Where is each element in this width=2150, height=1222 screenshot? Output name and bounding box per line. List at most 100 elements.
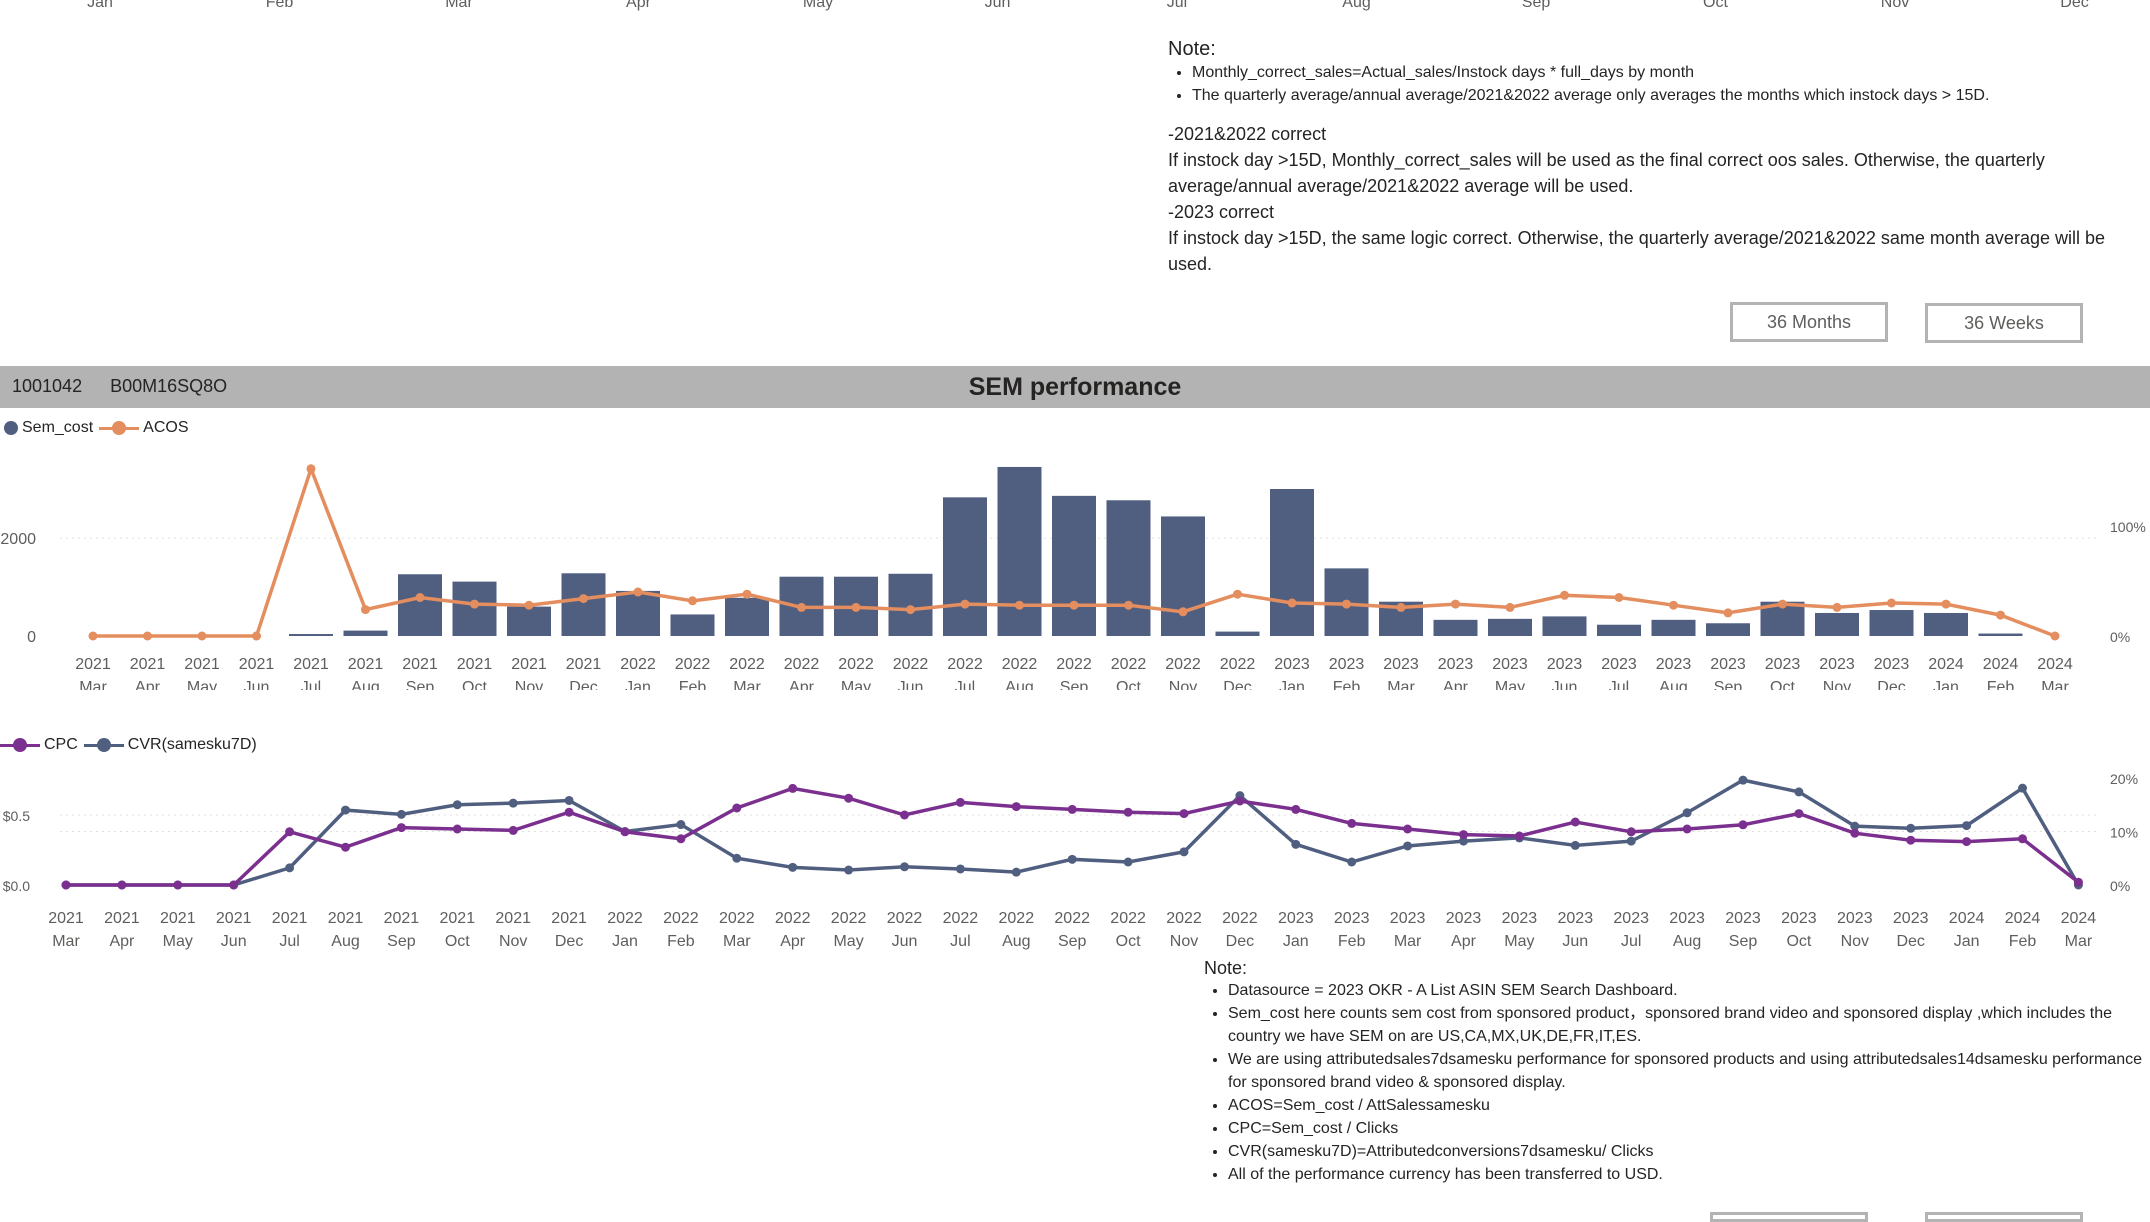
x-tick-label: 2021: [293, 656, 329, 673]
bar: [1215, 631, 1260, 636]
x-tick-label: Jul: [279, 933, 299, 950]
x-tick-label: Apr: [1451, 933, 1477, 950]
cvr-point: [844, 865, 854, 875]
x-tick-label: 2022: [1110, 910, 1146, 927]
month-tick-label: Jun: [984, 0, 1011, 11]
x-tick-label: Jul: [1621, 933, 1641, 950]
month-tick-label: Feb: [265, 0, 294, 11]
x-tick-label: 2023: [1547, 656, 1583, 673]
x-tick-label: 2022: [831, 910, 867, 927]
acos-point: [1778, 599, 1787, 609]
x-tick-label: Nov: [499, 933, 527, 950]
cpc-point: [452, 824, 462, 834]
acos-point: [1505, 602, 1515, 612]
36-weeks-button-bottom[interactable]: [1925, 1212, 2083, 1222]
x-tick-label: Feb: [1987, 679, 2015, 690]
36-months-button-bottom[interactable]: [1710, 1212, 1868, 1222]
cvr-point: [1962, 821, 1972, 831]
cvr-point: [1067, 854, 1077, 864]
x-tick-label: 2021: [48, 910, 84, 927]
x-tick-label: Jul: [301, 679, 321, 690]
x-tick-label: Sep: [1058, 933, 1087, 950]
x-tick-label: Sep: [1714, 679, 1743, 690]
x-tick-label: 2021: [272, 910, 308, 927]
x-tick-label: Mar: [723, 933, 751, 950]
x-tick-label: 2021: [160, 910, 196, 927]
x-tick-label: 2023: [1710, 656, 1746, 673]
acos-point: [1287, 598, 1297, 608]
x-tick-label: 2022: [663, 910, 699, 927]
cpc-cvr-chart-legend[interactable]: CPC CVR(samesku7D): [0, 736, 263, 754]
x-tick-label: Nov: [1170, 933, 1198, 950]
cpc-cvr-chart[interactable]: $0.0 $0.5 0% 10% 20% 2021 Mar 2021 Apr 2021 May 202…: [0, 760, 2150, 960]
y-tick-label: $0.5: [3, 808, 30, 824]
month-tick-label: Nov: [1880, 0, 1910, 11]
x-tick-label: Nov: [515, 679, 543, 690]
legend-item-cpc[interactable]: CPC: [0, 736, 78, 754]
cpc-point: [341, 842, 350, 852]
bar: [398, 574, 442, 636]
legend-item-acos[interactable]: ACOS: [99, 419, 188, 437]
x-tick-label: Feb: [2009, 933, 2037, 950]
cvr-point: [1738, 775, 1748, 785]
36-months-button[interactable]: 36 Months: [1730, 302, 1888, 342]
x-tick-label: 2021: [239, 656, 275, 673]
x-tick-label: 2023: [1334, 910, 1370, 927]
x-tick-label: Jul: [955, 679, 975, 690]
cvr-point: [1011, 867, 1021, 877]
cpc-point: [1738, 820, 1748, 830]
cpc-point: [1347, 818, 1357, 828]
acos-point: [742, 589, 752, 599]
cpc-point: [1682, 824, 1692, 834]
sem-chart-legend[interactable]: Sem_cost ACOS: [4, 419, 194, 437]
cpc-point: [788, 783, 798, 793]
bar: [888, 573, 933, 636]
x-tick-label: 2023: [1278, 910, 1314, 927]
sem-cost-acos-chart[interactable]: 0 2000 0% 100% 2021 Mar 2021 Apr 2021 May 2021 Jun 2…: [0, 440, 2150, 690]
legend-item-sem-cost[interactable]: Sem_cost: [4, 419, 93, 437]
bar: [1597, 624, 1641, 636]
bar: [561, 573, 606, 636]
bar: [725, 597, 769, 636]
acos-point: [797, 602, 806, 612]
x-tick-label: Aug: [1659, 679, 1687, 690]
x-tick-label: 2021: [511, 656, 547, 673]
x-tick-label: 2021: [104, 910, 140, 927]
x-tick-label: 2023: [1874, 656, 1910, 673]
circle-icon: [4, 421, 18, 435]
x-tick-label: 2023: [1819, 656, 1855, 673]
bar: [289, 634, 333, 636]
y2-tick-label: 0%: [2110, 878, 2130, 894]
cvr-point: [452, 800, 462, 810]
x-tick-label: 2023: [1502, 910, 1538, 927]
legend-item-cvr[interactable]: CVR(samesku7D): [83, 736, 257, 754]
x-tick-label: Feb: [667, 933, 695, 950]
x-tick-label: Oct: [1786, 933, 1811, 950]
bar: [1706, 623, 1750, 636]
x-tick-label: Sep: [387, 933, 416, 950]
note-line: -2023 correct: [1168, 202, 1275, 222]
x-tick-label: Jul: [1609, 679, 1629, 690]
bar: [343, 630, 388, 636]
cpc-point: [2073, 877, 2083, 887]
x-tick-label: Feb: [1333, 679, 1361, 690]
x-tick-label: 2022: [775, 910, 811, 927]
x-tick-label: 2022: [838, 656, 874, 673]
x-tick-label: Oct: [1770, 679, 1795, 690]
acos-point: [1342, 599, 1351, 609]
cvr-point: [900, 862, 909, 872]
x-tick-label: 2022: [1111, 656, 1147, 673]
x-tick-label: Jan: [1279, 679, 1305, 690]
note-bullet: The quarterly average/annual average/202…: [1192, 84, 2128, 107]
36-weeks-button[interactable]: 36 Weeks: [1925, 303, 2083, 343]
x-tick-label: 2023: [1601, 656, 1637, 673]
bar: [507, 606, 551, 636]
note-line: If instock day >15D, Monthly_correct_sal…: [1168, 150, 2045, 196]
note-bullets: Monthly_correct_sales=Actual_sales/Insto…: [1168, 61, 2128, 107]
cpc-line: [66, 786, 2080, 887]
x-tick-label: 2022: [893, 656, 929, 673]
cpc-point: [173, 880, 183, 890]
y-tick-label: $0.0: [3, 878, 30, 894]
cpc-point: [732, 803, 742, 813]
x-tick-label: 2023: [1765, 656, 1801, 673]
